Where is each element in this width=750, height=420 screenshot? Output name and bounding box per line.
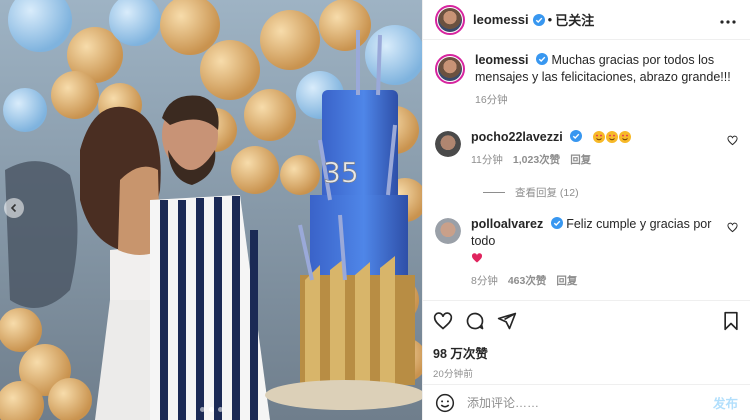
carousel-dot	[217, 407, 223, 412]
more-horizontal-icon	[720, 19, 736, 24]
caption-time: 16分钟	[475, 94, 508, 106]
carousel-indicator	[0, 407, 422, 412]
heart-icon	[433, 312, 453, 330]
comment-likes[interactable]: 1,023次赞	[513, 152, 560, 169]
verified-badge-icon	[570, 130, 583, 142]
author-avatar[interactable]	[435, 54, 465, 84]
like-comment-button[interactable]	[727, 220, 738, 238]
post-comment-button[interactable]: 发布	[713, 393, 738, 412]
comment-item: polloalvarez Feliz cumple y gracias por …	[423, 216, 750, 290]
like-comment-button[interactable]	[727, 133, 738, 151]
post-actions: 98 万次赞 20分钟前	[423, 300, 750, 380]
likes-count[interactable]: 98 万次赞	[433, 343, 740, 362]
heart-eyes-emoji	[592, 131, 605, 143]
reply-button[interactable]: 回复	[570, 152, 591, 169]
verified-badge-icon	[532, 13, 545, 26]
chevron-left-icon	[10, 203, 17, 213]
previous-photo-button[interactable]	[4, 198, 24, 218]
author-avatar[interactable]	[435, 4, 465, 35]
red-heart-emoji	[471, 253, 483, 263]
post-header: leomessi • 已关注	[423, 0, 750, 40]
comment-input[interactable]	[467, 395, 713, 410]
bookmark-icon	[724, 311, 738, 331]
caption-username[interactable]: leomessi	[475, 53, 529, 67]
smiley-icon	[435, 393, 455, 412]
verified-badge-icon	[536, 53, 548, 65]
heart-outline-icon	[727, 222, 738, 233]
verified-badge-icon	[550, 217, 563, 229]
caption: leomessi Muchas gracias por todos los me…	[423, 52, 750, 109]
post-photo[interactable]: 35	[0, 0, 422, 420]
carousel-dot	[199, 407, 205, 412]
save-button[interactable]	[722, 311, 740, 331]
commenter-username[interactable]: polloalvarez	[471, 217, 543, 231]
view-replies-label: 查看回复 (12)	[515, 187, 579, 199]
party-photo-illustration: 35	[0, 0, 422, 420]
like-button[interactable]	[433, 311, 453, 331]
send-icon	[497, 312, 517, 330]
share-button[interactable]	[497, 311, 517, 331]
author-username[interactable]: leomessi	[473, 12, 529, 27]
post-time: 20分钟前	[433, 369, 474, 380]
header-separator: •	[547, 12, 553, 27]
more-options-button[interactable]	[720, 11, 736, 29]
commenter-avatar[interactable]	[435, 131, 461, 157]
comment-button[interactable]	[465, 311, 485, 331]
commenter-username[interactable]: pocho22lavezzi	[471, 130, 563, 144]
heart-eyes-emoji	[618, 131, 631, 143]
comment-composer: 发布	[423, 384, 750, 420]
comment-time: 11分钟	[471, 154, 503, 166]
heart-outline-icon	[727, 135, 738, 146]
comments-section: leomessi Muchas gracias por todos los me…	[423, 44, 750, 290]
cake-number: 35	[323, 156, 359, 189]
post-panel: leomessi • 已关注 leomessi Muchas gracias p…	[422, 0, 750, 420]
view-replies-button[interactable]: 查看回复 (12)	[483, 185, 750, 200]
comment-item: pocho22lavezzi 11分钟 1,023次赞 回复	[423, 129, 750, 169]
reply-button[interactable]: 回复	[556, 273, 577, 290]
comment-time: 8分钟	[471, 275, 498, 287]
comment-likes[interactable]: 463次赞	[508, 273, 547, 290]
commenter-avatar[interactable]	[435, 218, 461, 244]
following-button[interactable]: 已关注	[555, 10, 594, 29]
emoji-button[interactable]	[435, 393, 455, 413]
carousel-dot-active	[208, 407, 214, 412]
comment-icon	[466, 312, 484, 330]
heart-eyes-emoji	[605, 131, 618, 143]
